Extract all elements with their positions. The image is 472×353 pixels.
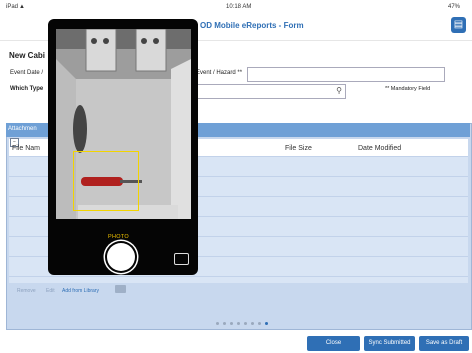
switch-camera-icon[interactable] [174,253,189,265]
attachments-title: Attachmen [8,126,37,132]
page-dot[interactable] [216,322,219,325]
page-dot[interactable] [265,322,268,325]
page-dot[interactable] [258,322,261,325]
page-dot[interactable] [251,322,254,325]
edit-button[interactable]: Edit [46,288,55,294]
wifi-icon: ▲ [19,4,25,10]
event-hazard-label: Event / Hazard ** [196,70,243,76]
page-dot[interactable] [237,322,240,325]
row-divider [9,276,468,277]
which-type-label: Which Type [10,86,44,92]
event-date-label: Event Date / [10,70,44,76]
save-as-draft-button[interactable]: Save as Draft [419,336,469,351]
column-file-size[interactable]: File Size [285,145,312,152]
which-type-search-field[interactable]: ⚲ [197,84,346,99]
carrier-label: iPad [6,4,19,10]
battery-level: 47% [448,4,461,10]
event-hazard-field[interactable] [247,67,445,82]
page-dot[interactable] [230,322,233,325]
add-from-library-button[interactable]: Add from Library [62,288,99,294]
clock: 10:18 AM [226,4,252,10]
sync-submitted-button[interactable]: Sync Submitted [364,336,415,351]
form-title: New Cabi [9,51,46,60]
remove-button[interactable]: Remove [17,288,36,294]
mandatory-note: ** Mandatory Field [385,86,431,92]
page-title: OD Mobile eReports - Form [200,21,304,30]
page-dot[interactable] [244,322,247,325]
camera-mode-label[interactable]: PHOTO [108,234,129,240]
focus-frame [73,151,139,211]
search-icon: ⚲ [336,86,342,95]
status-bar: iPad ▲ 10:18 AM 47% [0,0,472,14]
document-icon[interactable]: ▤ [451,17,466,33]
shutter-button[interactable] [107,243,135,271]
camera-icon[interactable] [115,285,126,293]
page-dot[interactable] [223,322,226,325]
column-date-modified[interactable]: Date Modified [358,145,401,152]
column-file-name[interactable]: File Nam [12,145,40,152]
close-button[interactable]: Close [307,336,360,351]
